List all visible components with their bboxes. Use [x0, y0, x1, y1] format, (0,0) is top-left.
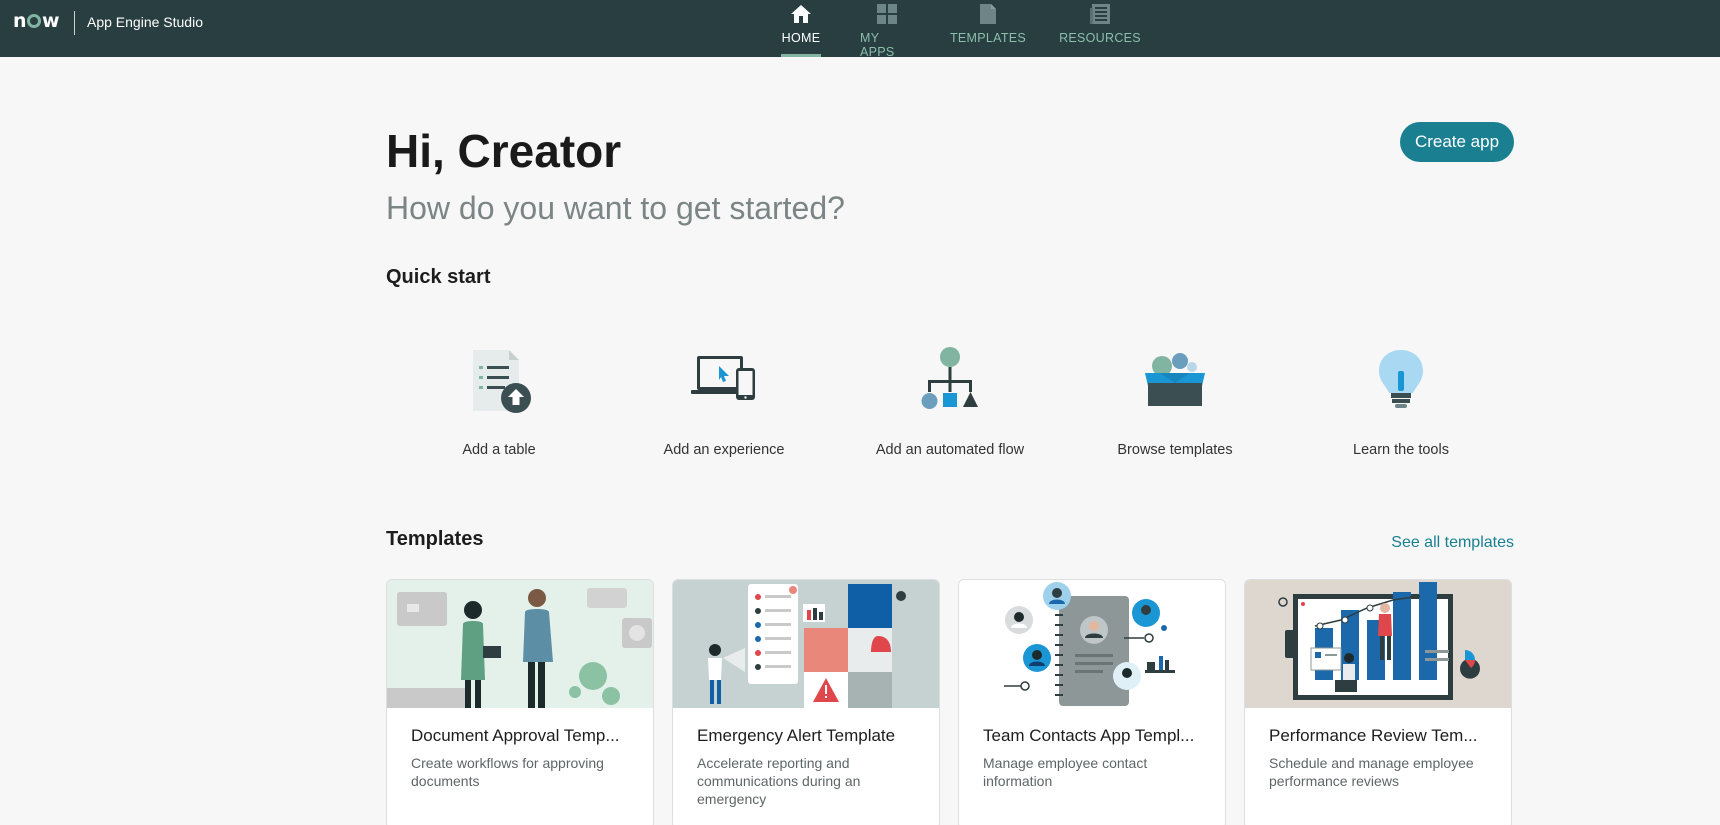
quick-start-label: Add a table	[462, 442, 536, 458]
lightbulb-icon	[1361, 340, 1441, 420]
template-card-description: Create workflows for approving documents	[411, 755, 604, 789]
nav-my-apps[interactable]: MY APPS	[860, 0, 914, 59]
template-box-icon	[1135, 340, 1215, 420]
see-all-templates-link[interactable]: See all templates	[1391, 534, 1514, 552]
template-card-description: Schedule and manage employee performance…	[1269, 755, 1474, 789]
quick-start-label: Add an experience	[663, 442, 785, 458]
template-illustration	[959, 580, 1225, 708]
template-illustration	[387, 580, 653, 708]
servicenow-logo[interactable]: nw	[13, 10, 60, 32]
quick-start-add-experience[interactable]: Add an experience	[624, 340, 824, 458]
template-illustration	[673, 580, 939, 708]
logo-divider	[74, 11, 75, 35]
quick-start-title: Quick start	[386, 266, 491, 288]
create-app-button[interactable]: Create app	[1400, 122, 1514, 162]
template-card-title: Document Approval Temp...	[411, 726, 620, 745]
nav-label: HOME	[781, 31, 821, 45]
flow-icon	[910, 340, 990, 420]
template-card-title: Team Contacts App Templ...	[983, 726, 1195, 745]
quick-start-learn-tools[interactable]: Learn the tools	[1301, 340, 1501, 458]
nav-label: TEMPLATES	[949, 31, 1027, 45]
template-illustration	[1245, 580, 1511, 708]
page-title: Hi, Creator	[386, 125, 622, 177]
template-card-description: Manage employee contact information	[983, 755, 1148, 789]
quick-start-label: Learn the tools	[1353, 442, 1449, 458]
template-card-team-contacts[interactable]: Team Contacts App Templ... Manage employ…	[958, 579, 1226, 825]
nav-templates[interactable]: TEMPLATES	[949, 0, 1027, 57]
template-card-document-approval[interactable]: Document Approval Temp... Create workflo…	[386, 579, 654, 825]
nav-label: RESOURCES	[1059, 31, 1141, 45]
template-card-emergency-alert[interactable]: Emergency Alert Template Accelerate repo…	[672, 579, 940, 825]
quick-start-label: Browse templates	[1117, 442, 1233, 458]
home-icon	[790, 3, 812, 25]
scrollbar[interactable]	[1708, 57, 1720, 825]
templates-title: Templates	[386, 528, 484, 550]
page-subtitle: How do you want to get started?	[386, 190, 845, 226]
quick-start-add-flow[interactable]: Add an automated flow	[850, 340, 1050, 458]
document-icon	[979, 3, 997, 25]
nav-resources[interactable]: RESOURCES	[1059, 0, 1141, 57]
devices-icon	[684, 340, 764, 420]
table-upload-icon	[459, 340, 539, 420]
nav-home[interactable]: HOME	[781, 0, 821, 57]
app-name: App Engine Studio	[87, 14, 203, 30]
top-bar: nw App Engine Studio HOME MY APPS TEMPLA…	[0, 0, 1720, 59]
nav-label: MY APPS	[860, 31, 895, 59]
quick-start-label: Add an automated flow	[875, 442, 1025, 458]
quick-start-add-table[interactable]: Add a table	[399, 340, 599, 458]
template-card-performance-review[interactable]: Performance Review Tem... Schedule and m…	[1244, 579, 1512, 825]
template-card-title: Emergency Alert Template	[697, 726, 896, 745]
grid-icon	[876, 3, 898, 25]
template-card-description: Accelerate reporting and communications …	[697, 755, 861, 807]
newspaper-icon	[1089, 3, 1111, 25]
template-card-title: Performance Review Tem...	[1269, 726, 1478, 745]
quick-start-browse-templates[interactable]: Browse templates	[1075, 340, 1275, 458]
